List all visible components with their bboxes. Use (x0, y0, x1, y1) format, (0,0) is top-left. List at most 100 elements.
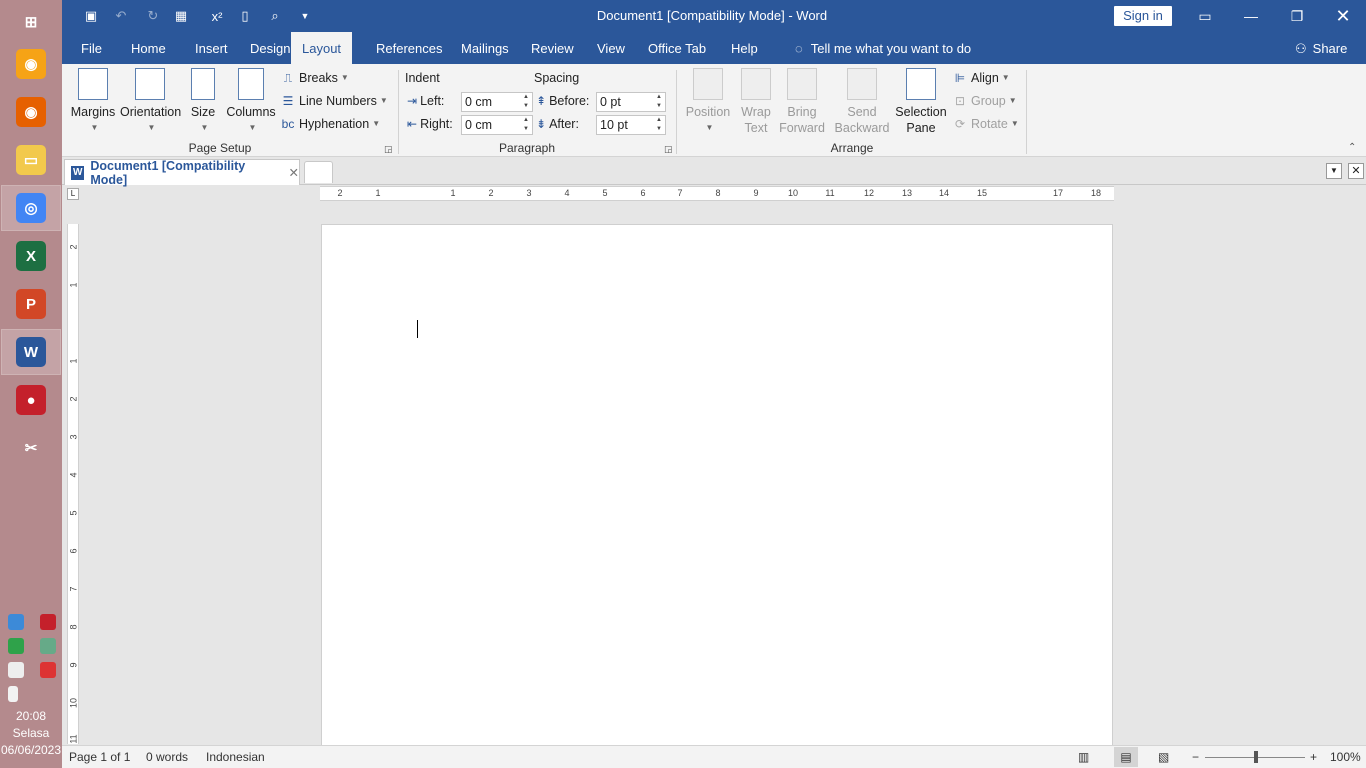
spacing-after-icon: ⇟ (536, 117, 547, 131)
rotate-button[interactable]: ⟳ Rotate ▼ (952, 114, 1019, 134)
paragraph-launcher-icon[interactable]: ◲ (664, 144, 673, 155)
wrap-text-button[interactable]: Wrap Text (736, 68, 776, 136)
document-page[interactable] (321, 224, 1113, 745)
minimize-button[interactable]: — (1228, 0, 1274, 32)
spinner-arrows-icon[interactable]: ▲ ▼ (653, 93, 665, 111)
print-layout-icon[interactable]: ▤ (1114, 747, 1138, 767)
zoom-out-icon[interactable]: − (1192, 750, 1199, 764)
taskbar-word[interactable]: W (1, 329, 61, 375)
taskbar-powerpoint[interactable]: P (2, 282, 60, 326)
spacing-before-input[interactable]: 0 pt ▲ ▼ (596, 92, 666, 112)
taskbar-windows-start[interactable]: ⊞ (2, 0, 60, 44)
bring-forward-button[interactable]: Bring Forward (774, 68, 830, 136)
spacing-after-input[interactable]: 10 pt ▲ ▼ (596, 115, 666, 135)
breaks-button[interactable]: ⎍ Breaks ▼ (280, 68, 349, 88)
taskbar-excel[interactable]: X (2, 234, 60, 278)
clock-day[interactable]: Selasa (0, 725, 62, 742)
antivirus-tray-icon[interactable] (40, 662, 56, 678)
read-mode-icon[interactable]: ▥ (1078, 750, 1089, 764)
share-button[interactable]: ⚇ Share (1284, 32, 1358, 64)
tab-layout[interactable]: Layout (291, 32, 353, 64)
tab-file[interactable]: File (70, 32, 113, 64)
ribbon-tabs: File Home Insert Design Layout References Mail… (62, 32, 1366, 64)
taskbar-screen-recorder[interactable]: ● (2, 378, 60, 422)
tray-row-1 (8, 614, 56, 630)
web-layout-icon[interactable]: ▧ (1158, 750, 1169, 764)
selection-pane-label-1: Selection (895, 105, 947, 119)
bring-forward-icon (787, 68, 817, 100)
tab-list-dropdown-icon[interactable]: ▼ (1326, 163, 1342, 179)
document-tab[interactable]: W Document1 [Compatibility Mode] ✕ (64, 159, 300, 187)
tab-help[interactable]: Help (720, 32, 769, 64)
tab-office-tab[interactable]: Office Tab (637, 32, 717, 64)
spinner-arrows-icon[interactable]: ▲ ▼ (520, 116, 532, 134)
close-tab-icon[interactable]: ✕ (289, 165, 299, 180)
drive-tray-icon[interactable] (8, 638, 24, 654)
zoom-slider-handle[interactable] (1254, 751, 1258, 763)
group-button[interactable]: ⊡ Group ▼ (952, 91, 1017, 111)
tab-mailings[interactable]: Mailings (450, 32, 520, 64)
close-button[interactable]: ✕ (1320, 0, 1366, 32)
columns-button[interactable]: Columns ▼ (226, 68, 276, 136)
word-count[interactable]: 0 words (146, 750, 188, 764)
orientation-button[interactable]: Orientation ▼ (120, 68, 181, 136)
taskbar-firefox-nightly[interactable]: ◉ (2, 42, 60, 86)
usb-tray-icon[interactable] (40, 638, 56, 654)
clock-date[interactable]: 06/06/2023 (0, 742, 62, 759)
indent-right-value: 0 cm (465, 118, 493, 132)
restore-button[interactable]: ❐ (1274, 0, 1320, 32)
tell-me-box[interactable]: ◌ Tell me what you want to do (784, 32, 982, 64)
tab-selector-icon[interactable]: L (67, 188, 79, 200)
selection-pane-icon (906, 68, 936, 100)
zoom-level[interactable]: 100% (1330, 750, 1361, 764)
new-document-icon[interactable]: ▯ (234, 6, 256, 26)
close-all-tabs-icon[interactable]: ✕ (1348, 163, 1364, 179)
tab-insert[interactable]: Insert (184, 32, 239, 64)
page-setup-launcher-icon[interactable]: ◲ (384, 144, 393, 155)
position-button[interactable]: Position ▼ (682, 68, 734, 136)
tab-home[interactable]: Home (120, 32, 177, 64)
superscript-icon[interactable]: x² (206, 6, 228, 26)
indent-right-input[interactable]: 0 cm ▲ ▼ (461, 115, 533, 135)
recorder-tray-icon[interactable] (40, 614, 56, 630)
spacing-after-value: 10 pt (600, 118, 628, 132)
redo-icon[interactable]: ↻ (142, 6, 164, 26)
page-count[interactable]: Page 1 of 1 (69, 750, 130, 764)
sign-in-button[interactable]: Sign in (1114, 6, 1172, 26)
network-tray-icon[interactable] (8, 614, 24, 630)
volume-tray-icon[interactable] (8, 686, 18, 702)
tab-view[interactable]: View (586, 32, 636, 64)
line-numbers-button[interactable]: ☰ Line Numbers ▼ (280, 91, 388, 111)
taskbar-file-explorer[interactable]: ▭ (2, 138, 60, 182)
tab-references[interactable]: References (365, 32, 453, 64)
undo-icon[interactable]: ↶ (110, 6, 132, 26)
signal-tray-icon[interactable] (8, 662, 24, 678)
save-icon[interactable]: ▣ (80, 6, 102, 26)
table-icon[interactable]: ▦ (170, 6, 192, 26)
zoom-in-icon[interactable]: + (1310, 750, 1317, 764)
ribbon-display-options-icon[interactable]: ▭ (1182, 0, 1228, 32)
selection-pane-button[interactable]: Selection Pane (894, 68, 948, 136)
customize-quick-access-icon[interactable]: ▼ (294, 6, 316, 26)
right-text: Right: (420, 117, 453, 131)
taskbar-firefox[interactable]: ◉ (2, 90, 60, 134)
spinner-arrows-icon[interactable]: ▲ ▼ (520, 93, 532, 111)
size-button[interactable]: Size ▼ (186, 68, 220, 136)
ruler-number: 11 (825, 188, 835, 198)
taskbar-chrome[interactable]: ◎ (1, 185, 61, 231)
print-preview-icon[interactable]: ⌕ (264, 6, 286, 26)
language-indicator[interactable]: Indonesian (206, 750, 265, 764)
send-backward-button[interactable]: Send Backward (830, 68, 894, 136)
indent-left-input[interactable]: 0 cm ▲ ▼ (461, 92, 533, 112)
hyphenation-button[interactable]: bc Hyphenation ▼ (280, 114, 380, 134)
taskbar-snipping-tool[interactable]: ✂ (2, 426, 60, 470)
clock-time[interactable]: 20:08 (0, 708, 62, 725)
horizontal-ruler[interactable]: 2 1 1 2 3 4 5 6 7 8 9 10 11 12 13 14 15 17 18 (320, 186, 1114, 201)
align-button[interactable]: ⊫ Align ▼ (952, 68, 1010, 88)
margins-button[interactable]: Margins ▼ (70, 68, 116, 136)
vertical-ruler[interactable]: 2 1 1 2 3 4 5 6 7 8 9 10 11 (67, 224, 79, 744)
spinner-arrows-icon[interactable]: ▲ ▼ (653, 116, 665, 134)
new-tab-button[interactable] (304, 161, 333, 183)
collapse-ribbon-icon[interactable]: ⌃ (1348, 142, 1356, 153)
tab-review[interactable]: Review (520, 32, 585, 64)
